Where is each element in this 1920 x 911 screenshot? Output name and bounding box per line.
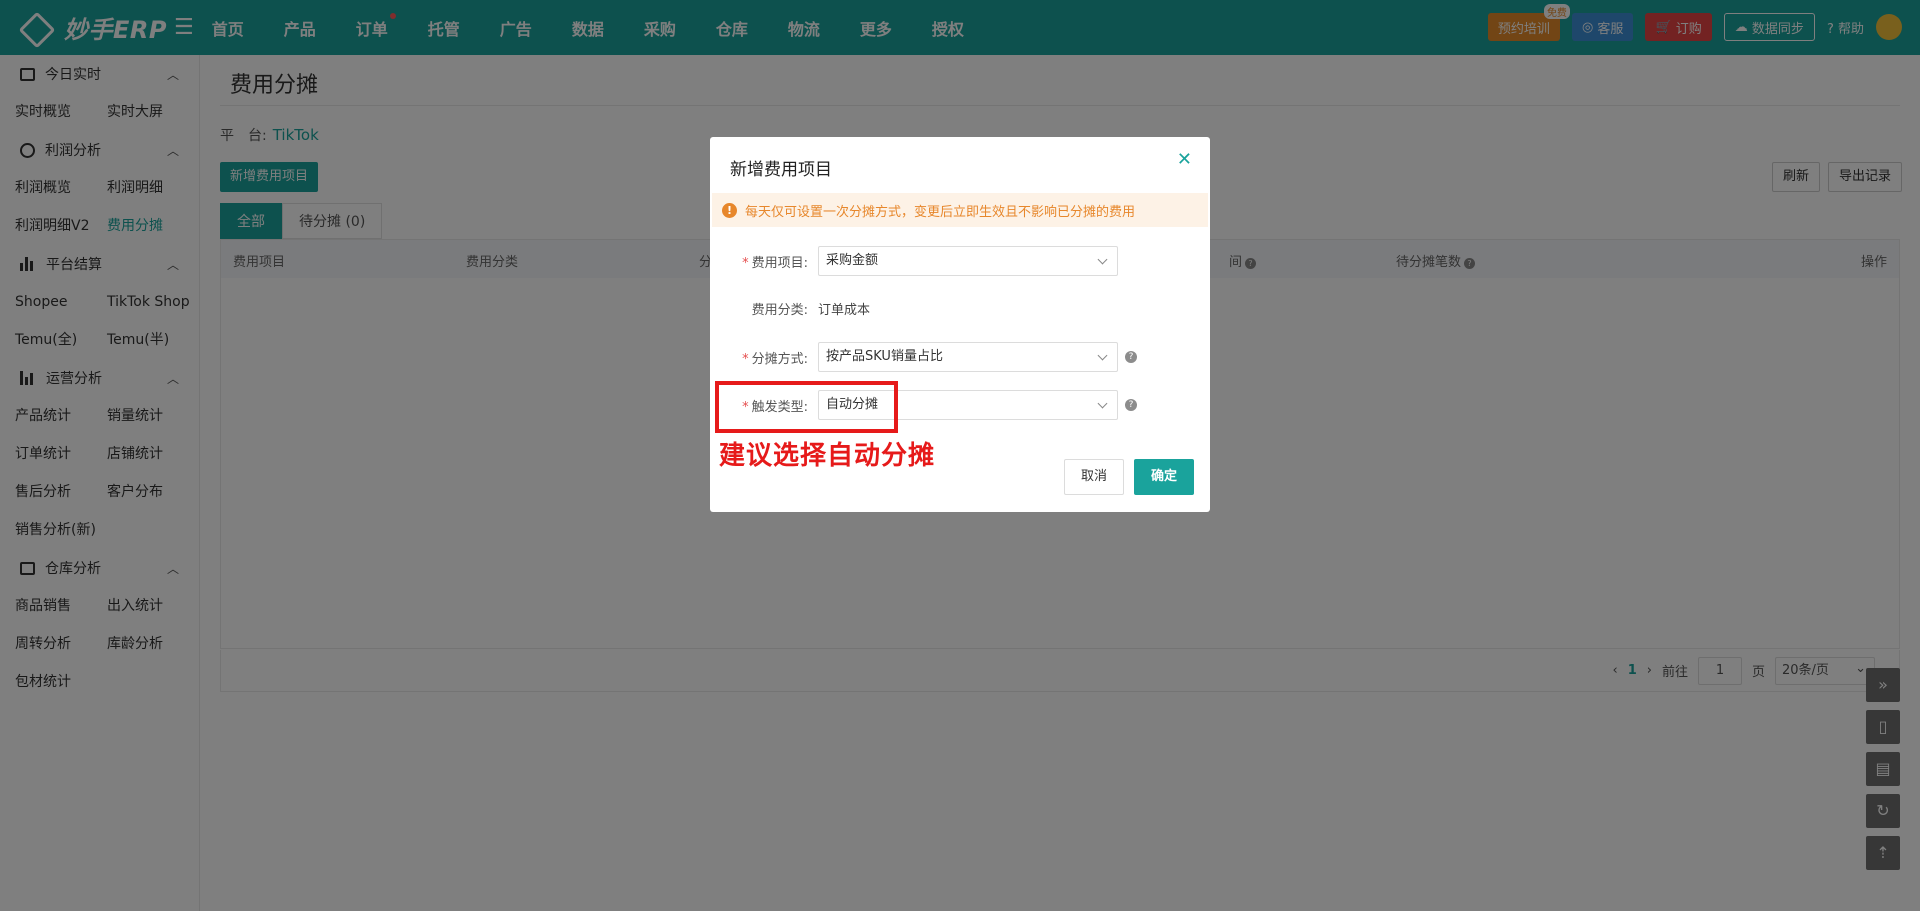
method-select[interactable]: 按产品SKU销量占比	[818, 342, 1118, 372]
fee-item-label: * 费用项目:	[742, 255, 808, 271]
fee-category-value: 订单成本	[818, 303, 871, 318]
close-icon[interactable]: ✕	[1177, 149, 1192, 170]
warning-text: 每天仅可设置一次分摊方式，变更后立即生效且不影响已分摊的费用	[745, 204, 1136, 220]
warning-banner: ! 每天仅可设置一次分摊方式，变更后立即生效且不影响已分摊的费用	[712, 193, 1208, 227]
fee-item-select[interactable]: 采购金额	[818, 246, 1118, 276]
confirm-button[interactable]: 确定	[1134, 459, 1194, 495]
dialog-title: 新增费用项目	[730, 160, 832, 180]
fee-category-label: 费用分类:	[751, 303, 808, 318]
method-row: * 分摊方式: 按产品SKU销量占比 ?	[730, 342, 1137, 372]
fee-category-row: 费用分类: 订单成本	[730, 299, 870, 318]
warning-icon: !	[722, 202, 737, 218]
question-icon[interactable]: ?	[1125, 351, 1137, 363]
method-label: * 分摊方式:	[742, 351, 808, 367]
question-icon[interactable]: ?	[1125, 399, 1137, 411]
fee-item-row: * 费用项目: 采购金额	[730, 246, 1118, 276]
cancel-button[interactable]: 取消	[1064, 459, 1124, 495]
annotation-text: 建议选择自动分摊	[719, 441, 936, 471]
annotation-highlight-box	[715, 381, 898, 433]
add-cost-item-dialog: 新增费用项目 ✕ ! 每天仅可设置一次分摊方式，变更后立即生效且不影响已分摊的费…	[710, 137, 1210, 512]
